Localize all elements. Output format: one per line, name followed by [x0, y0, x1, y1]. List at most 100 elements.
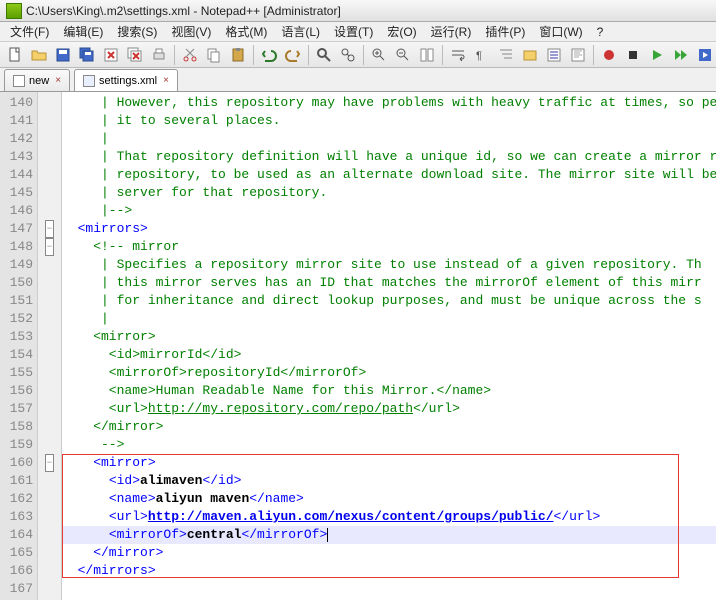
- line-number: 140: [0, 94, 37, 112]
- paste-button[interactable]: [227, 44, 249, 66]
- stop-macro-button[interactable]: [622, 44, 644, 66]
- zoom-out-button[interactable]: [392, 44, 414, 66]
- menu-format[interactable]: 格式(M): [219, 21, 273, 42]
- line-number: 141: [0, 112, 37, 130]
- multi-play-button[interactable]: [670, 44, 692, 66]
- line-number: 153: [0, 328, 37, 346]
- code-line[interactable]: |: [62, 130, 716, 148]
- code-line[interactable]: | server for that repository.: [62, 184, 716, 202]
- line-number: 143: [0, 148, 37, 166]
- line-number: 142: [0, 130, 37, 148]
- code-line[interactable]: | for inheritance and direct lookup purp…: [62, 292, 716, 310]
- line-number: 160: [0, 454, 37, 472]
- cut-button[interactable]: [179, 44, 201, 66]
- new-file-button[interactable]: [4, 44, 26, 66]
- editor[interactable]: 1401411421431441451461471481491501511521…: [0, 92, 716, 600]
- replace-button[interactable]: [337, 44, 359, 66]
- line-number: 150: [0, 274, 37, 292]
- find-button[interactable]: [313, 44, 335, 66]
- line-number: 163: [0, 508, 37, 526]
- code-line[interactable]: <name>aliyun maven</name>: [62, 490, 716, 508]
- code-line[interactable]: <mirrors>: [62, 220, 716, 238]
- line-number: 144: [0, 166, 37, 184]
- line-number: 158: [0, 418, 37, 436]
- code-line[interactable]: | Specifies a repository mirror site to …: [62, 256, 716, 274]
- code-line[interactable]: <url>http://maven.aliyun.com/nexus/conte…: [62, 508, 716, 526]
- fold-toggle[interactable]: −: [45, 454, 54, 472]
- tab-settings-xml[interactable]: settings.xml ×: [74, 69, 178, 91]
- code-line[interactable]: [62, 580, 716, 598]
- close-icon[interactable]: ×: [55, 75, 61, 86]
- code-line[interactable]: <id>mirrorId</id>: [62, 346, 716, 364]
- toolbar-sep: [442, 45, 443, 65]
- code-line[interactable]: </mirror>: [62, 418, 716, 436]
- tab-label: new: [29, 75, 49, 87]
- undo-button[interactable]: [258, 44, 280, 66]
- toolbar: ¶: [0, 42, 716, 68]
- function-list-button[interactable]: [543, 44, 565, 66]
- line-number: 156: [0, 382, 37, 400]
- save-macro-button[interactable]: [694, 44, 716, 66]
- code-line[interactable]: </mirrors>: [62, 562, 716, 580]
- close-icon[interactable]: ×: [163, 75, 169, 86]
- code-line[interactable]: <mirror>: [62, 328, 716, 346]
- record-macro-button[interactable]: [598, 44, 620, 66]
- code-area[interactable]: | However, this repository may have prob…: [62, 92, 716, 600]
- menu-search[interactable]: 搜索(S): [111, 21, 163, 42]
- print-button[interactable]: [148, 44, 170, 66]
- code-line[interactable]: <mirrorOf>repositoryId</mirrorOf>: [62, 364, 716, 382]
- tab-new[interactable]: new ×: [4, 69, 70, 91]
- save-all-button[interactable]: [76, 44, 98, 66]
- toolbar-sep: [308, 45, 309, 65]
- menu-view[interactable]: 视图(V): [165, 21, 217, 42]
- code-line[interactable]: | However, this repository may have prob…: [62, 94, 716, 112]
- line-number: 147: [0, 220, 37, 238]
- code-line[interactable]: <mirror>: [62, 454, 716, 472]
- menu-window[interactable]: 窗口(W): [533, 21, 588, 42]
- line-number: 166: [0, 562, 37, 580]
- code-line[interactable]: <!-- mirror: [62, 238, 716, 256]
- fold-toggle[interactable]: −: [45, 238, 54, 256]
- redo-button[interactable]: [282, 44, 304, 66]
- toolbar-sep: [363, 45, 364, 65]
- menu-plugins[interactable]: 插件(P): [479, 21, 531, 42]
- line-number: 145: [0, 184, 37, 202]
- close-all-button[interactable]: [124, 44, 146, 66]
- save-button[interactable]: [52, 44, 74, 66]
- close-button[interactable]: [100, 44, 122, 66]
- svg-text:¶: ¶: [476, 50, 482, 62]
- fold-toggle[interactable]: −: [45, 220, 54, 238]
- toolbar-sep: [593, 45, 594, 65]
- menu-settings[interactable]: 设置(T): [328, 21, 379, 42]
- code-line[interactable]: | this mirror serves has an ID that matc…: [62, 274, 716, 292]
- code-line[interactable]: | repository, to be used as an alternate…: [62, 166, 716, 184]
- menu-macro[interactable]: 宏(O): [381, 21, 422, 42]
- zoom-in-button[interactable]: [368, 44, 390, 66]
- code-line[interactable]: | That repository definition will have a…: [62, 148, 716, 166]
- wordwrap-button[interactable]: [447, 44, 469, 66]
- menu-help[interactable]: ?: [591, 23, 610, 41]
- code-line[interactable]: -->: [62, 436, 716, 454]
- menu-run[interactable]: 运行(R): [425, 21, 478, 42]
- code-line[interactable]: <id>alimaven</id>: [62, 472, 716, 490]
- play-macro-button[interactable]: [646, 44, 668, 66]
- menu-language[interactable]: 语言(L): [275, 21, 326, 42]
- menu-file[interactable]: 文件(F): [4, 21, 55, 42]
- code-line[interactable]: </mirror>: [62, 544, 716, 562]
- code-line[interactable]: |-->: [62, 202, 716, 220]
- show-all-chars-button[interactable]: ¶: [471, 44, 493, 66]
- copy-button[interactable]: [203, 44, 225, 66]
- folder-as-workspace-button[interactable]: [519, 44, 541, 66]
- code-line[interactable]: <name>Human Readable Name for this Mirro…: [62, 382, 716, 400]
- doc-map-button[interactable]: [567, 44, 589, 66]
- window-title: C:\Users\King\.m2\settings.xml - Notepad…: [26, 4, 341, 18]
- file-icon: [13, 75, 25, 87]
- sync-scroll-button[interactable]: [416, 44, 438, 66]
- code-line[interactable]: <url>http://my.repository.com/repo/path<…: [62, 400, 716, 418]
- indent-guide-button[interactable]: [495, 44, 517, 66]
- code-line[interactable]: |: [62, 310, 716, 328]
- open-file-button[interactable]: [28, 44, 50, 66]
- code-line[interactable]: <mirrorOf>central</mirrorOf>: [62, 526, 716, 544]
- menu-edit[interactable]: 编辑(E): [57, 21, 109, 42]
- code-line[interactable]: | it to several places.: [62, 112, 716, 130]
